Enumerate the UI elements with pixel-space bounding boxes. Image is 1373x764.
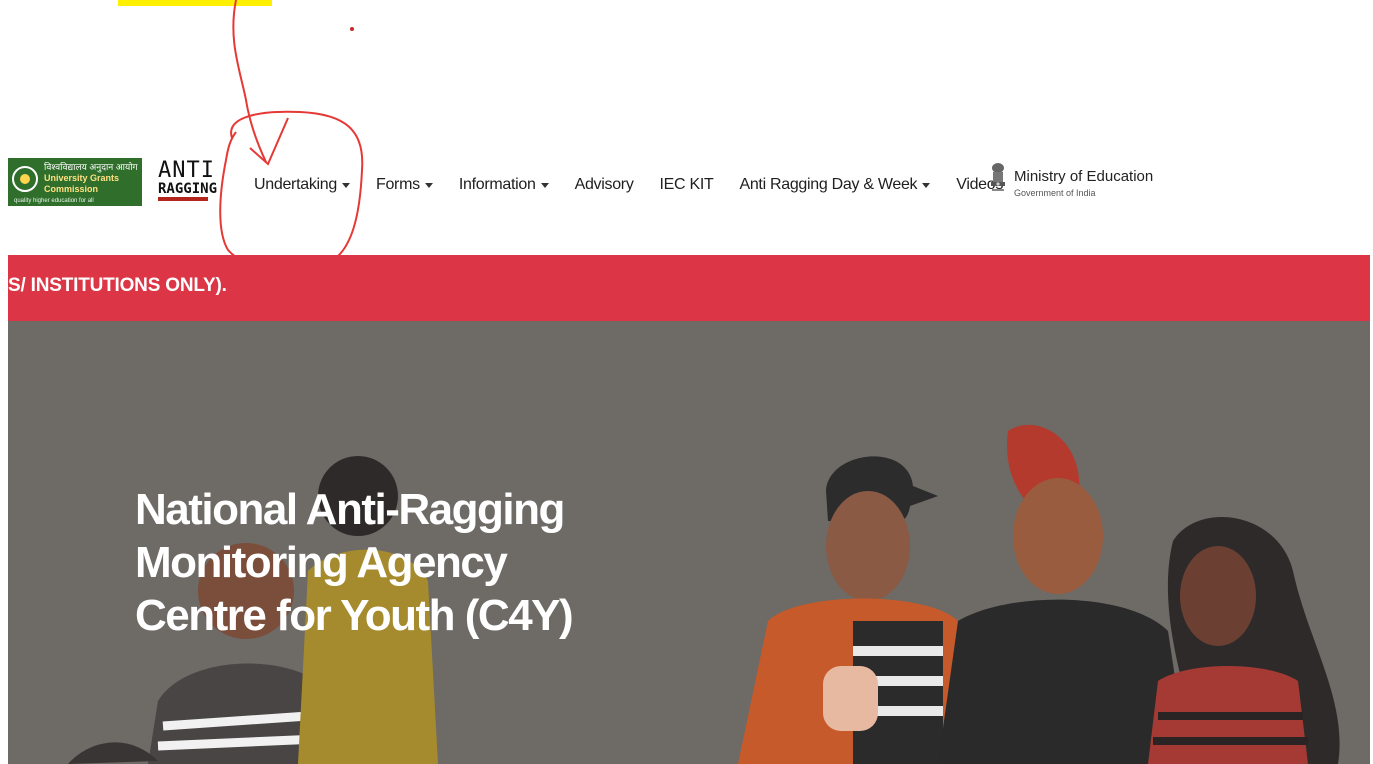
hero-title-line: National Anti-Ragging [135, 485, 565, 534]
nav-item-label: Undertaking [254, 176, 337, 193]
hero-section: National Anti-Ragging Monitoring Agency … [8, 321, 1370, 764]
nav-item-label: Information [458, 176, 536, 193]
ministry-subtitle: Government of India [1014, 188, 1096, 198]
caret-down-icon [922, 182, 931, 188]
nav-item-anti-ragging-day-week[interactable]: Anti Ragging Day & Week [739, 176, 931, 194]
national-emblem-icon [991, 163, 1005, 191]
ugc-tagline: quality higher education for all [14, 198, 94, 204]
ugc-emblem-icon [12, 166, 38, 192]
ugc-english-name: University Grants Commission [44, 173, 120, 194]
marquee-text: S/ INSTITUTIONS ONLY). [8, 275, 227, 296]
ugc-hindi-name: विश्वविद्यालय अनुदान आयोग [44, 162, 138, 172]
nav-item-label: Anti Ragging Day & Week [739, 176, 918, 193]
nav-item-iec-kit[interactable]: IEC KIT [660, 176, 714, 194]
nav-item-label: IEC KIT [659, 176, 714, 193]
nav-item-forms[interactable]: Forms [376, 176, 433, 194]
anti-ragging-logo[interactable]: ANTI RAGGING [158, 160, 228, 210]
anti-ragging-logo-bottom: RAGGING [158, 181, 218, 197]
marquee-banner: S/ INSTITUTIONS ONLY). [8, 255, 1370, 321]
ministry-title: Ministry of Education [1014, 168, 1154, 185]
caret-down-icon [540, 182, 549, 188]
hero-title-line: Monitoring Agency [135, 538, 508, 587]
nav-item-advisory[interactable]: Advisory [575, 176, 634, 194]
hero-title-line: Centre for Youth (C4Y) [135, 591, 574, 640]
ministry-of-education-logo[interactable]: Ministry of Education Government of Indi… [988, 160, 1158, 210]
top-navbar: विश्वविद्यालय अनुदान आयोग University Gra… [0, 150, 1373, 230]
nav-item-label: Advisory [574, 176, 634, 193]
nav-item-label: Forms [375, 176, 420, 193]
anti-ragging-logo-top: ANTI [158, 158, 215, 183]
highlighted-text-fragment [118, 0, 272, 6]
anti-ragging-logo-underline [158, 197, 208, 201]
hero-title: National Anti-Ragging Monitoring Agency … [135, 483, 655, 642]
nav-menu: Undertaking Forms Information Advisory I… [254, 176, 1029, 194]
nav-item-information[interactable]: Information [459, 176, 549, 194]
caret-down-icon [341, 182, 350, 188]
red-dot-mark [350, 27, 354, 31]
caret-down-icon [424, 182, 433, 188]
nav-item-undertaking[interactable]: Undertaking [254, 176, 350, 194]
ugc-logo[interactable]: विश्वविद्यालय अनुदान आयोग University Gra… [8, 158, 142, 206]
